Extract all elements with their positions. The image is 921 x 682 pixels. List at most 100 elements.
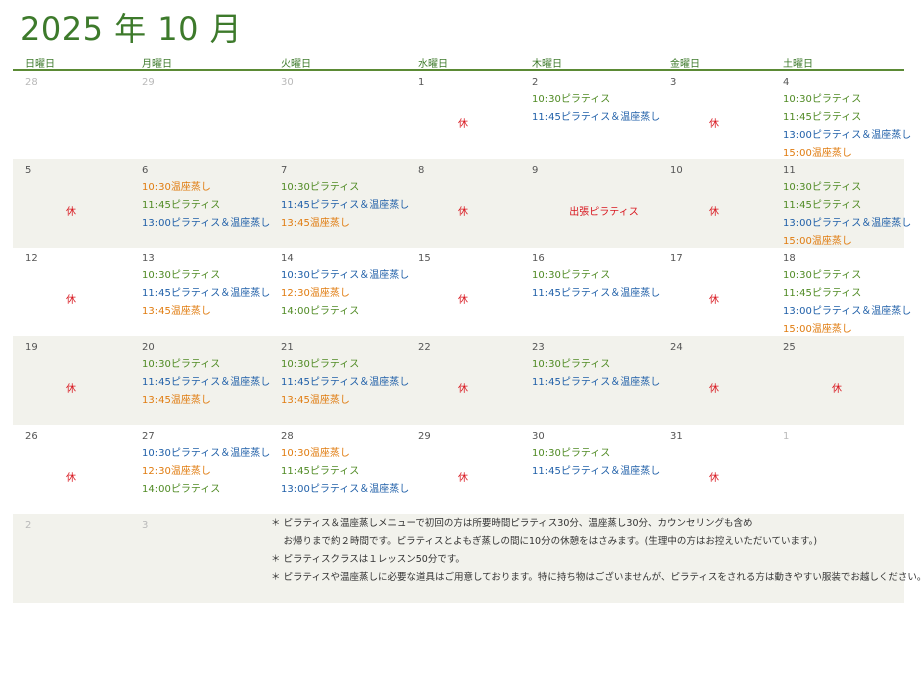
- class-event: 13:45温座蒸し: [281, 395, 350, 406]
- day-number: 28: [281, 431, 294, 442]
- day-number: 13: [142, 253, 155, 264]
- class-event: 10:30ピラティス: [281, 182, 360, 193]
- class-event: 13:00ピラティス＆温座蒸し: [281, 484, 410, 495]
- class-event: 10:30ピラティス: [783, 270, 862, 281]
- class-event: 10:30ピラティス: [532, 359, 611, 370]
- day-cell: 3休: [670, 71, 783, 160]
- class-event: 11:45ピラティス＆温座蒸し: [142, 288, 271, 299]
- class-event: 15:00温座蒸し: [783, 324, 852, 335]
- class-event: 12:30温座蒸し: [281, 288, 350, 299]
- class-event: 11:45ピラティス: [783, 288, 862, 299]
- day-number: 14: [281, 253, 294, 264]
- day-cell: 2 10:30ピラティス 11:45ピラティス＆温座蒸し: [532, 71, 670, 160]
- day-cell: 10 休: [670, 159, 783, 248]
- note-line: ＊ ピラティスや温座蒸しに必要な道具はご用意しております。特に持ち物はございませ…: [271, 572, 921, 583]
- day-cell: 29 休: [418, 425, 532, 514]
- day-cell: 19 休: [25, 336, 142, 425]
- day-cell: 30 10:30ピラティス 11:45ピラティス＆温座蒸し: [532, 425, 670, 514]
- day-number: 5: [25, 165, 32, 176]
- day-number: 7: [281, 165, 288, 176]
- day-number: 29: [418, 431, 431, 442]
- day-cell: 8休: [418, 159, 532, 248]
- class-event: 13:00ピラティス＆温座蒸し: [783, 306, 912, 317]
- day-cell: 24 休: [670, 336, 783, 425]
- day-cell: 12 休: [25, 247, 142, 336]
- class-event: 11:45ピラティス＆温座蒸し: [281, 377, 410, 388]
- week-row: 28 29 30 1 休 2 10:30ピラティス 11:45ピラティス＆温座蒸し 3 休 4 10:…: [13, 71, 911, 160]
- day-number: 12: [25, 253, 38, 264]
- day-number: 15: [418, 253, 431, 264]
- day-cell: 14 10:30ピラティス＆温座蒸し 12:30温座蒸し 14:00ピラティス: [281, 247, 418, 336]
- day-number: 4: [783, 77, 790, 88]
- class-event: 10:30ピラティス: [142, 359, 221, 370]
- offsite-label: 出張ピラティス: [569, 207, 639, 218]
- day-cell: 7 10:30ピラティス 11:45ピラティス＆温座蒸し 13:45温座蒸し: [281, 159, 418, 248]
- class-event: 11:45ピラティス: [281, 466, 360, 477]
- day-number: 20: [142, 342, 155, 353]
- day-number: 29: [142, 77, 155, 88]
- closed-label: 休: [458, 473, 468, 484]
- closed-label: 休: [832, 384, 842, 395]
- day-cell: 2: [25, 514, 142, 603]
- day-number: 1: [783, 431, 790, 442]
- closed-label: 休: [458, 207, 468, 218]
- class-event: 13:00ピラティス＆温座蒸し: [783, 218, 912, 229]
- day-cell: 18 10:30ピラティス 11:45ピラティス 13:00ピラティス＆温座蒸し 15:…: [783, 247, 911, 336]
- closed-label: 休: [709, 119, 719, 130]
- day-number: 3: [142, 520, 149, 531]
- closed-label: 休: [66, 207, 76, 218]
- day-cell: 15 休: [418, 247, 532, 336]
- day-cell: 9 出張ピラティス: [532, 159, 670, 248]
- note-line: ＊ ピラティスクラスは１レッスン50分です。: [271, 554, 465, 565]
- day-number: 23: [532, 342, 545, 353]
- closed-label: 休: [458, 119, 468, 130]
- class-event: 10:30ピラティス: [142, 270, 221, 281]
- day-number: 2: [25, 520, 32, 531]
- day-number: 24: [670, 342, 683, 353]
- class-event: 10:30ピラティス: [532, 448, 611, 459]
- day-number: 3: [670, 77, 677, 88]
- day-cell: 23 10:30ピラティス 11:45ピラティス＆温座蒸し: [532, 336, 670, 425]
- day-number: 19: [25, 342, 38, 353]
- day-cell: 3: [142, 514, 281, 603]
- class-event: 13:00ピラティス＆温座蒸し: [142, 218, 271, 229]
- weekday-header-cell: 日曜日: [25, 59, 55, 70]
- day-cell: 27 10:30ピラティス＆温座蒸し 12:30温座蒸し 14:00ピラティス: [142, 425, 281, 514]
- class-event: 11:45ピラティス＆温座蒸し: [142, 377, 271, 388]
- weekday-header-cell: 金曜日: [670, 59, 700, 70]
- week-row: 5 休 6 10:30温座蒸し 11:45ピラティス 13:00ピラティス＆温座蒸し 7 10…: [13, 159, 911, 248]
- day-cell: 4 10:30ピラティス 11:45ピラティス 13:00ピラティス＆温座蒸し 15:0…: [783, 71, 911, 160]
- closed-label: 休: [709, 473, 719, 484]
- day-cell: 28: [25, 71, 142, 160]
- day-cell: 29: [142, 71, 281, 160]
- day-number: 22: [418, 342, 431, 353]
- closed-label: 休: [458, 295, 468, 306]
- class-event: 10:30ピラティス＆温座蒸し: [142, 448, 271, 459]
- day-cell: 6 10:30温座蒸し 11:45ピラティス 13:00ピラティス＆温座蒸し: [142, 159, 281, 248]
- day-cell: 26 休: [25, 425, 142, 514]
- notes: ＊ ピラティス＆温座蒸しメニューで初回の方は所要時間ピラティス30分、温座蒸し3…: [271, 515, 921, 587]
- class-event: 11:45ピラティス: [783, 200, 862, 211]
- class-event: 12:30温座蒸し: [142, 466, 211, 477]
- class-event: 13:00ピラティス＆温座蒸し: [783, 130, 912, 141]
- class-event: 11:45ピラティス＆温座蒸し: [532, 112, 661, 123]
- class-event: 13:45温座蒸し: [142, 306, 211, 317]
- day-number: 26: [25, 431, 38, 442]
- day-number: 17: [670, 253, 683, 264]
- week-row: 26 休 27 10:30ピラティス＆温座蒸し 12:30温座蒸し 14:00ピラティス 2…: [13, 425, 904, 514]
- class-event: 10:30ピラティス: [281, 359, 360, 370]
- week-row: 12 休 13 10:30ピラティス 11:45ピラティス＆温座蒸し 13:45温座蒸し 1…: [13, 247, 911, 336]
- weekday-header-cell: 月曜日: [142, 59, 172, 70]
- closed-label: 休: [709, 384, 719, 395]
- class-event: 11:45ピラティス＆温座蒸し: [281, 200, 410, 211]
- page-title: 2025 年 10 月: [20, 10, 243, 48]
- day-cell: 11 10:30ピラティス 11:45ピラティス 13:00ピラティス＆温座蒸し 15:…: [783, 159, 911, 248]
- weekday-header-cell: 土曜日: [783, 59, 813, 70]
- day-number: 9: [532, 165, 539, 176]
- day-number: 2: [532, 77, 539, 88]
- weekday-header: 日曜日 月曜日 火曜日 水曜日 木曜日 金曜日 土曜日: [13, 53, 904, 71]
- day-cell: 5休: [25, 159, 142, 248]
- day-cell: 22 休: [418, 336, 532, 425]
- class-event: 10:30ピラティス: [532, 270, 611, 281]
- day-number: 25: [783, 342, 796, 353]
